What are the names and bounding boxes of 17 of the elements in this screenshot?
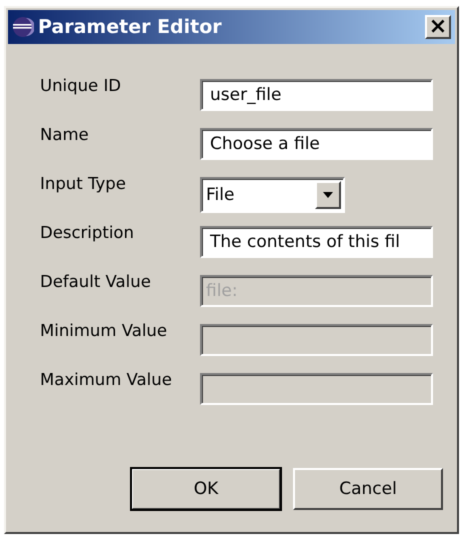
input-field[interactable]: user_file bbox=[200, 79, 433, 111]
input-field[interactable]: Choose a file bbox=[200, 128, 433, 160]
eclipse-icon bbox=[12, 16, 34, 38]
field-label: Minimum Value bbox=[40, 321, 168, 340]
field-label: Default Value bbox=[40, 272, 152, 291]
field-label: Name bbox=[40, 125, 90, 144]
cancel-button[interactable]: Cancel bbox=[293, 468, 443, 510]
field-label: Maximum Value bbox=[40, 370, 173, 389]
field-label: Unique ID bbox=[40, 76, 122, 95]
dropdown-arrow-icon bbox=[323, 192, 333, 198]
close-button[interactable]: × bbox=[425, 15, 451, 39]
field-label: Description bbox=[40, 223, 135, 242]
input-field[interactable]: The contents of this fil bbox=[200, 226, 433, 258]
field-label: Input Type bbox=[40, 174, 127, 193]
input-type-dropdown[interactable]: File bbox=[200, 177, 345, 213]
ok-button[interactable]: OK bbox=[131, 468, 281, 510]
window-title: Parameter Editor bbox=[38, 16, 223, 38]
